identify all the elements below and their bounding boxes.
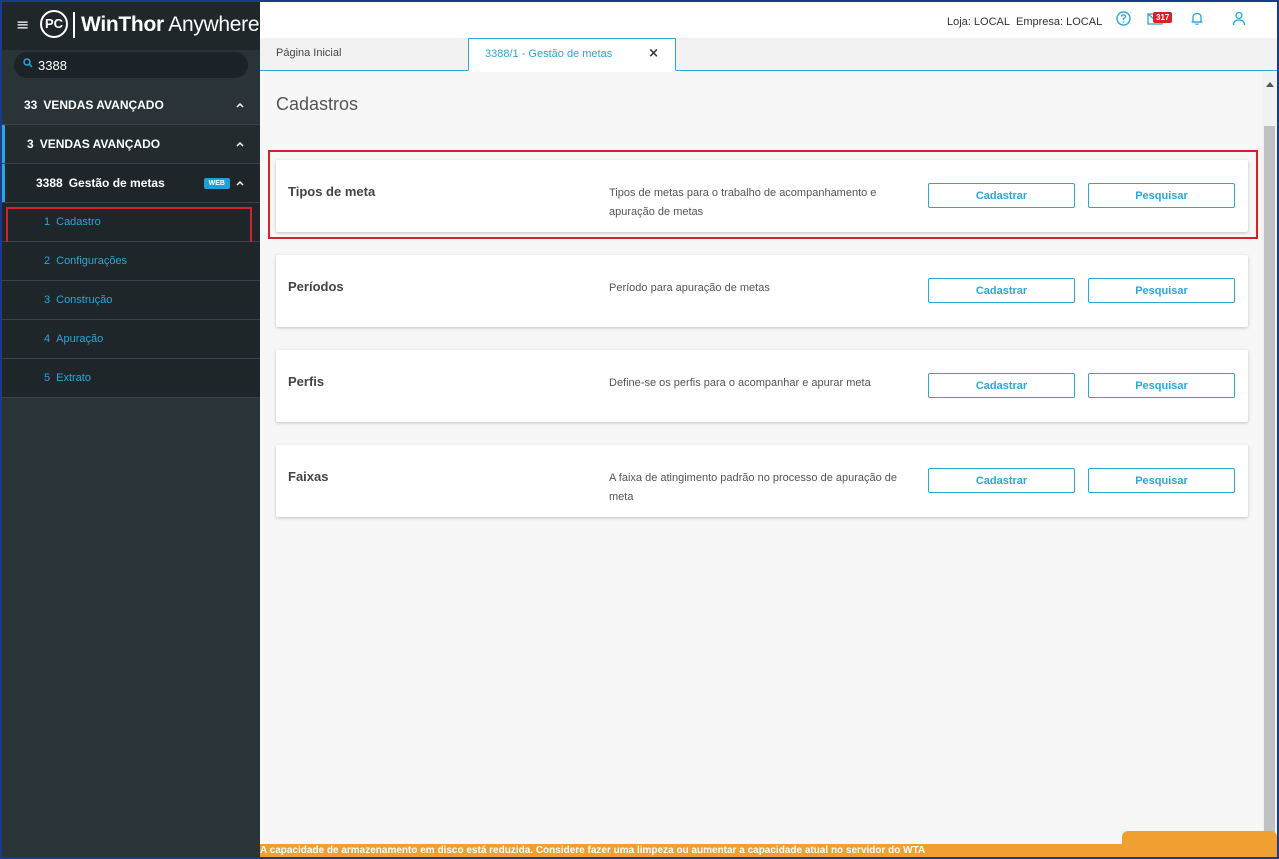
user-icon[interactable]: [1232, 11, 1246, 26]
menu-item-gestao-de-metas[interactable]: 3388 Gestão de metas WEB: [2, 164, 260, 203]
menu-item-label: VENDAS AVANÇADO: [39, 137, 161, 151]
submenu-item-number: 3: [44, 294, 51, 306]
pesquisar-button[interactable]: Pesquisar: [1088, 373, 1235, 398]
chevron-up-icon[interactable]: [236, 179, 244, 187]
sidebar-search: [14, 52, 248, 78]
menu-item-number: 3388: [36, 176, 63, 190]
sidebar-header: ≡ PC WinThor Anywhere: [2, 2, 260, 78]
close-icon[interactable]: ×: [648, 39, 659, 69]
submenu-item-number: 5: [44, 372, 51, 384]
card-perfis: Perfis Define-se os perfis para o acompa…: [276, 350, 1248, 422]
sidebar-search-input[interactable]: [14, 52, 248, 78]
submenu-item-configuracoes[interactable]: 2 Configurações: [2, 242, 260, 281]
cadastrar-button[interactable]: Cadastrar: [928, 183, 1075, 208]
selection-highlight: [6, 207, 252, 247]
cadastrar-button[interactable]: Cadastrar: [928, 468, 1075, 493]
help-icon[interactable]: [1116, 11, 1131, 26]
vertical-scrollbar[interactable]: [1262, 72, 1277, 844]
card-description: A faixa de atingimento padrão no process…: [609, 472, 898, 503]
card-title: Perfis: [288, 374, 325, 389]
submenu-item-cadastro[interactable]: 1 Cadastro: [2, 203, 260, 247]
submenu-item-label: Extrato: [56, 372, 91, 384]
chevron-up-icon[interactable]: [236, 101, 244, 109]
tab-label: 3388/1 - Gestão de metas: [485, 48, 613, 60]
card-title: Períodos: [288, 279, 344, 294]
card-faixas: Faixas A faixa de atingimento padrão no …: [276, 445, 1248, 517]
card-title: Faixas: [288, 469, 329, 484]
pesquisar-button[interactable]: Pesquisar: [1088, 468, 1235, 493]
sidebar-menu: 33 VENDAS AVANÇADO 3 VENDAS AVANÇADO 338…: [2, 86, 260, 398]
card-description: Define-se os perfis para o acompanhar e …: [609, 377, 871, 389]
search-icon: [23, 58, 33, 68]
pesquisar-button[interactable]: Pesquisar: [1088, 183, 1235, 208]
hamburger-menu-icon[interactable]: ≡: [16, 15, 29, 34]
bell-icon[interactable]: [1190, 11, 1204, 26]
logo-suffix: Anywhere: [168, 13, 260, 36]
pc-logo: PC: [40, 10, 68, 38]
menu-item-vendas-avancado-33[interactable]: 33 VENDAS AVANÇADO: [2, 86, 260, 125]
card-tipos-de-meta: Tipos de meta Tipos de metas para o trab…: [276, 160, 1248, 232]
submenu-item-label: Apuração: [56, 333, 104, 345]
submenu-item-extrato[interactable]: 5 Extrato: [2, 359, 260, 398]
web-badge: WEB: [203, 178, 230, 189]
tab-pagina-inicial[interactable]: Página Inicial: [260, 38, 468, 71]
submenu-item-number: 2: [44, 255, 51, 267]
menu-item-label: Gestão de metas: [68, 176, 165, 190]
scroll-thumb[interactable]: [1264, 126, 1275, 842]
main-content: Cadastros Tipos de meta Tipos de metas p…: [260, 72, 1262, 844]
card-periodos: Períodos Período para apuração de metas …: [276, 255, 1248, 327]
chevron-up-icon[interactable]: [236, 140, 244, 148]
menu-item-label: VENDAS AVANÇADO: [43, 98, 164, 112]
mail-count-badge: 317: [1153, 12, 1173, 23]
company-label: Empresa: LOCAL: [1016, 16, 1103, 28]
pesquisar-button[interactable]: Pesquisar: [1088, 278, 1235, 303]
submenu-item-label: Configurações: [56, 255, 128, 267]
help-tab[interactable]: [1122, 831, 1277, 857]
top-header: Loja: LOCAL Empresa: LOCAL 317: [260, 2, 1277, 38]
cadastrar-button[interactable]: Cadastrar: [928, 373, 1075, 398]
card-description: Tipos de metas para o trabalho de acompa…: [609, 187, 877, 218]
submenu-item-apuracao[interactable]: 4 Apuração: [2, 320, 260, 359]
menu-item-number: 33: [24, 98, 38, 112]
store-label: Loja: LOCAL: [947, 16, 1010, 28]
card-description: Período para apuração de metas: [609, 282, 770, 294]
logo-divider: [73, 12, 75, 38]
submenu-item-construcao[interactable]: 3 Construção: [2, 281, 260, 320]
submenu-item-number: 4: [44, 333, 51, 345]
page-title: Cadastros: [276, 94, 359, 114]
tab-bar: Página Inicial 3388/1 - Gestão de metas …: [260, 38, 1277, 71]
menu-item-number: 3: [27, 137, 34, 151]
logo-brand: WinThor: [81, 13, 164, 36]
submenu-item-label: Construção: [56, 294, 113, 306]
menu-item-vendas-avancado-3[interactable]: 3 VENDAS AVANÇADO: [2, 125, 260, 164]
card-title: Tipos de meta: [288, 184, 376, 199]
sidebar: ≡ PC WinThor Anywhere 33 VENDAS AVANÇADO…: [2, 2, 260, 857]
tab-gestao-de-metas[interactable]: 3388/1 - Gestão de metas ×: [468, 38, 676, 71]
scroll-up-arrow-icon[interactable]: [1266, 82, 1274, 87]
app-logo-text: WinThor Anywhere: [81, 13, 260, 37]
cadastrar-button[interactable]: Cadastrar: [928, 278, 1075, 303]
